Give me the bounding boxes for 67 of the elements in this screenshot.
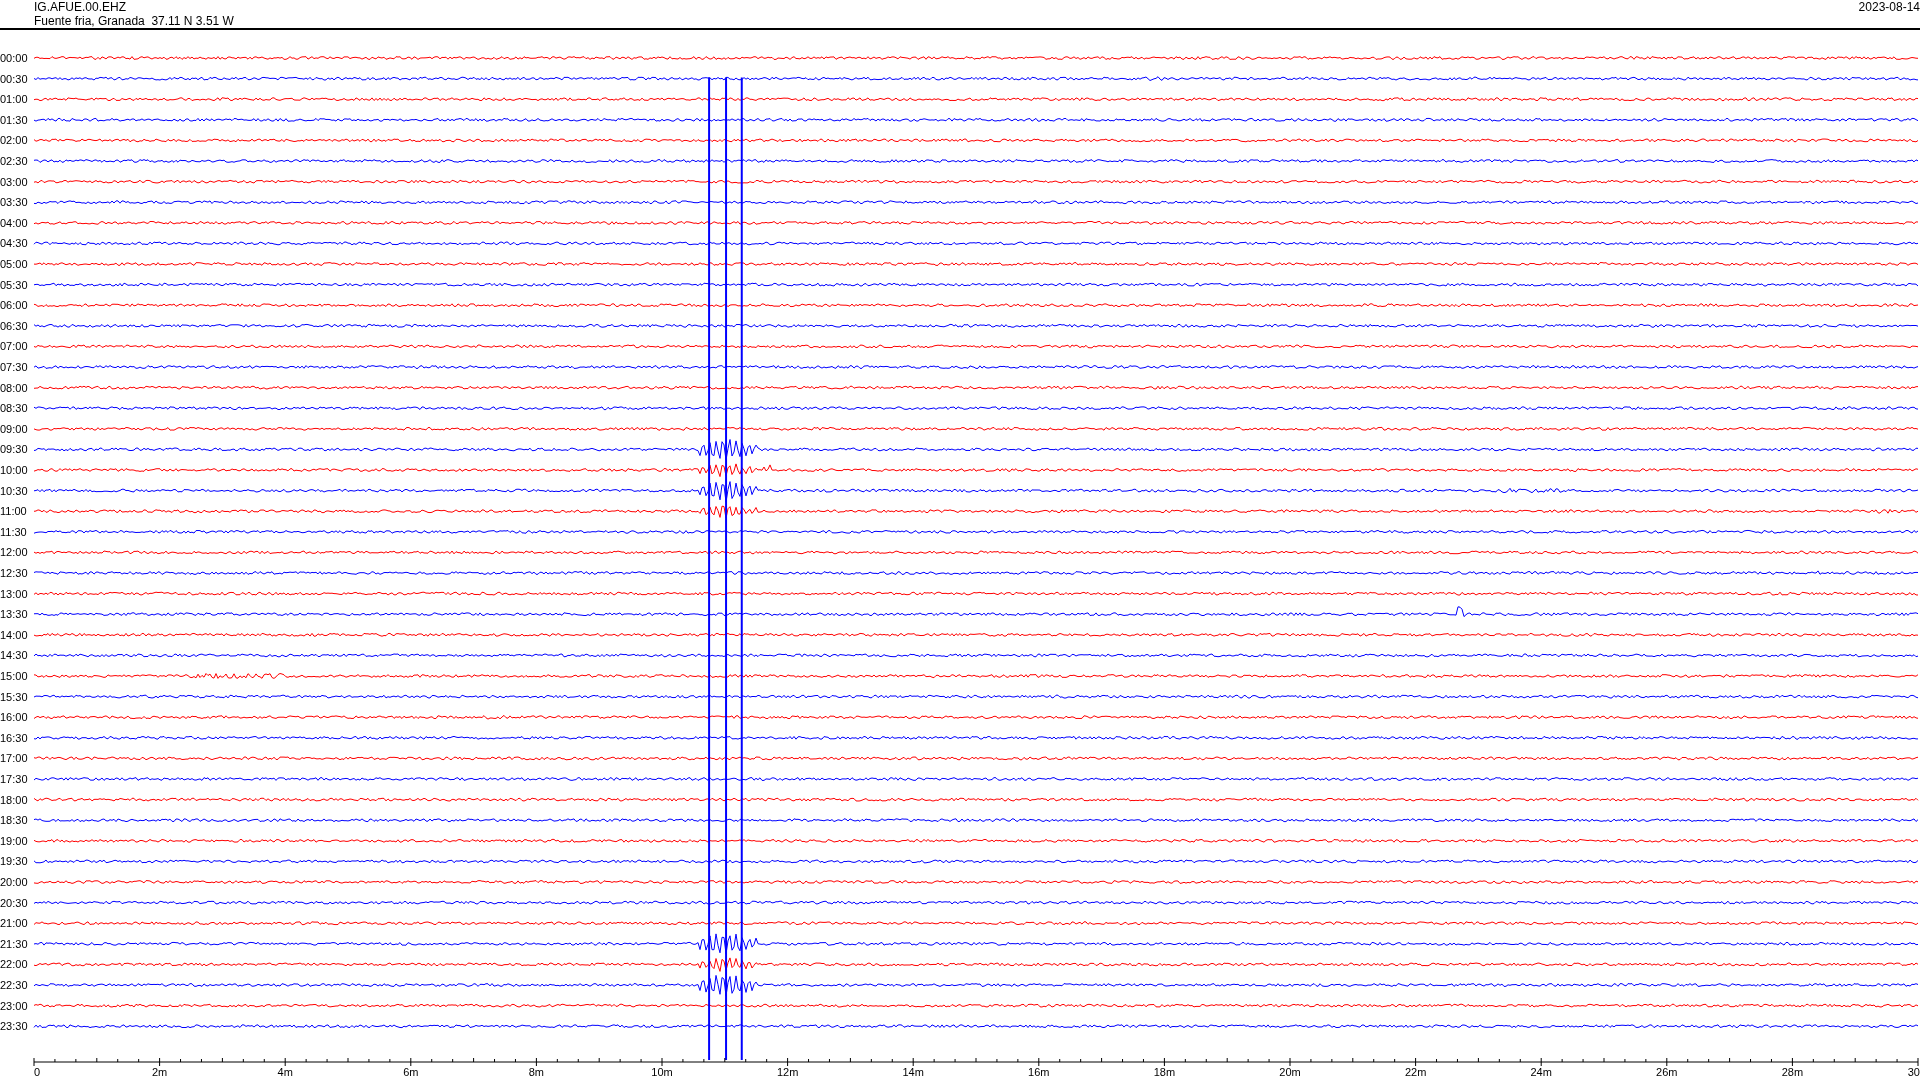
hour-label: 14:30 [0,649,28,662]
hour-label: 12:00 [0,546,28,559]
hour-label: 19:30 [0,855,28,868]
hour-label: 17:00 [0,752,28,765]
hour-label: 16:00 [0,711,28,724]
hour-label: 09:00 [0,422,28,435]
hour-label: 07:00 [0,340,28,353]
hour-label: 23:00 [0,999,28,1012]
hour-label: 00:30 [0,72,28,85]
axis-tick-label: 12m [776,1066,799,1078]
hour-label: 18:30 [0,814,28,827]
hour-label: 00:00 [0,52,28,64]
hour-label: 10:30 [0,484,28,497]
axis-tick-label: 18m [1153,1066,1176,1078]
hour-label: 22:00 [0,958,28,971]
axis-tick-label: 4m [277,1066,293,1078]
hour-label: 12:30 [0,567,28,579]
hour-label: 23:30 [0,1020,28,1033]
hour-label: 02:30 [0,155,28,167]
axis-tick-label: 30 [1907,1066,1920,1078]
hour-label: 01:30 [0,113,28,126]
hour-label: 19:00 [0,834,28,847]
hour-label: 21:00 [0,917,28,930]
hour-label: 05:30 [0,278,28,291]
hour-label: 08:00 [0,381,28,394]
plot-date: 2023-08-14 [1858,0,1920,16]
hour-label: 11:30 [0,525,27,538]
station-code: IG.AFUE.00.EHZ [34,0,128,14]
axis-tick-label: 2m [151,1066,168,1078]
hour-label: 15:30 [0,690,28,703]
hour-label: 18:00 [0,793,28,806]
hour-label: 22:30 [0,979,28,991]
hour-label: 04:30 [0,237,28,250]
hour-label: 11:00 [0,505,27,518]
axis-tick-label: 28m [1781,1066,1804,1078]
hour-label: 06:30 [0,319,28,332]
axis-tick-label: 0 [34,1066,41,1078]
axis-tick-label: 24m [1530,1066,1552,1078]
axis-tick-label: 20m [1279,1066,1301,1078]
hour-label: 09:30 [0,443,28,456]
hour-label: 20:30 [0,896,28,909]
hour-label: 17:30 [0,773,28,785]
hour-label: 05:00 [0,258,28,270]
axis-tick-label: 14m [902,1066,924,1078]
axis-tick-label: 8m [528,1066,545,1078]
hour-label: 02:00 [0,134,28,147]
hour-label: 06:00 [0,299,28,312]
hour-label: 13:30 [0,608,28,621]
hour-label: 04:00 [0,216,28,229]
hour-label: 10:00 [0,464,28,476]
hour-label: 03:00 [0,175,28,188]
hour-label: 08:30 [0,402,28,415]
axis-tick-label: 22m [1404,1066,1427,1078]
hour-label: 13:00 [0,587,28,600]
axis-tick-label: 26m [1656,1066,1678,1078]
hour-label: 16:30 [0,731,28,744]
station-location: Fuente fria, Granada 37.11 N 3.51 W [34,14,234,28]
hour-label: 07:30 [0,361,28,373]
axis-tick-label: 6m [403,1066,419,1078]
hour-label: 15:00 [0,670,28,682]
hour-label: 01:00 [0,93,28,106]
axis-tick-label: 10m [651,1066,673,1078]
hour-label: 03:30 [0,196,28,209]
hour-label: 14:00 [0,628,28,641]
hour-label: 20:00 [0,876,28,888]
axis-tick-label: 16m [1028,1066,1050,1078]
hour-label: 21:30 [0,937,28,950]
